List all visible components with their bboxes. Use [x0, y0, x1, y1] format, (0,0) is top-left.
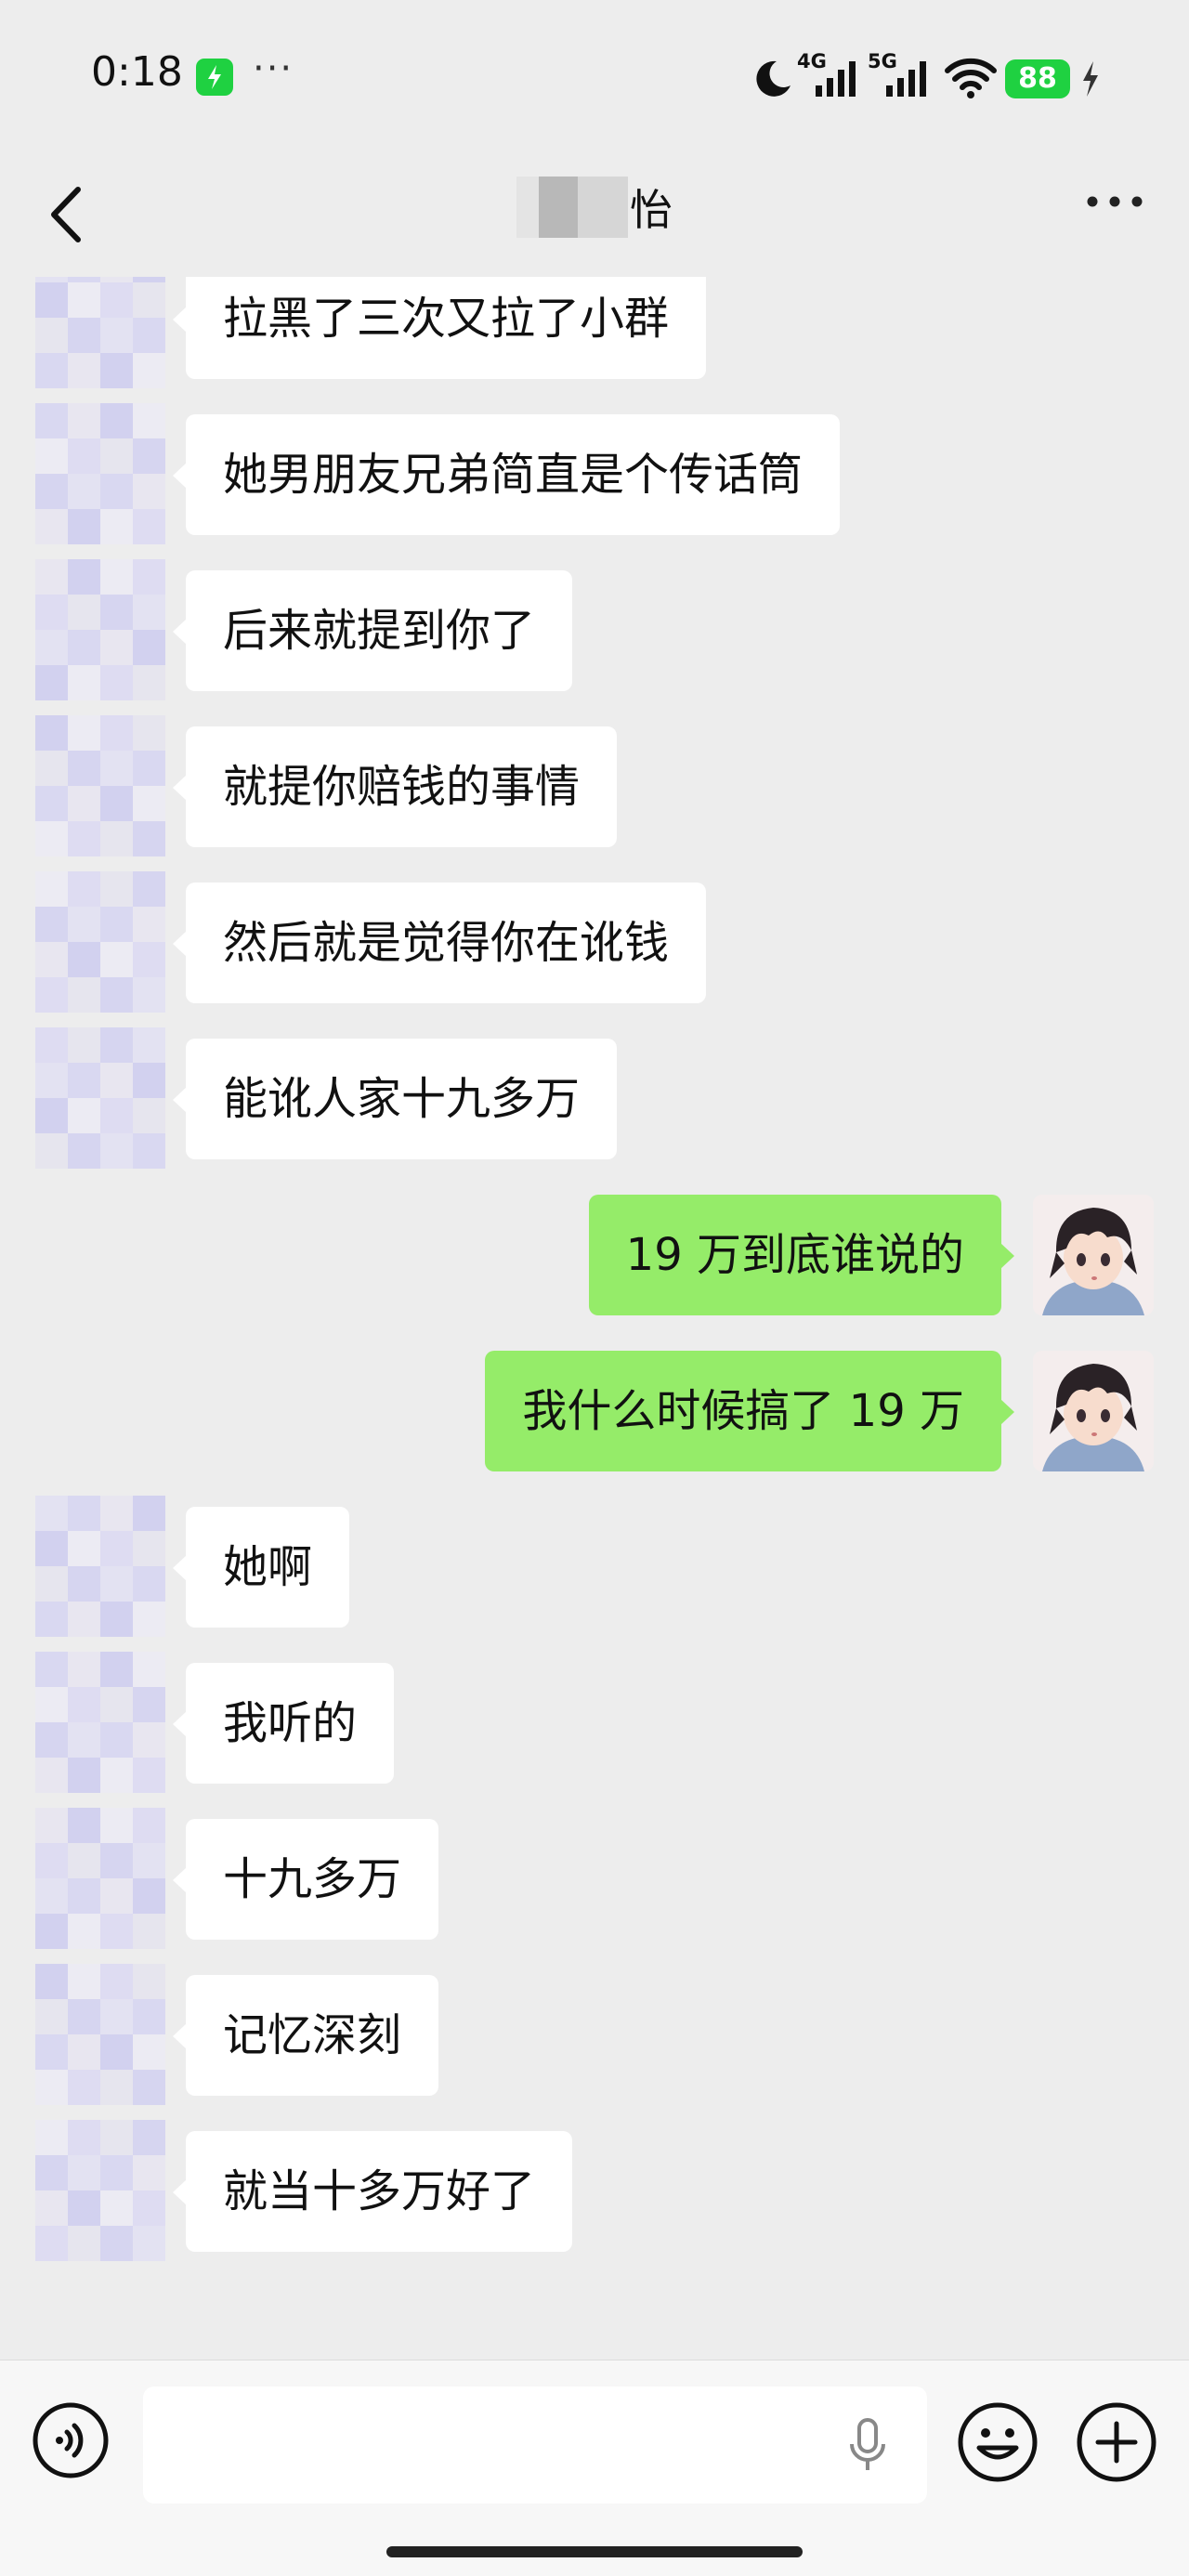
incoming-message-bubble[interactable]: 然后就是觉得你在讹钱: [172, 883, 707, 1003]
message-row: 我听的: [0, 1652, 1189, 1793]
battery-icon: 88: [1005, 59, 1070, 98]
home-indicator[interactable]: [386, 2546, 803, 2557]
signal-icon: [816, 61, 856, 97]
message-row: 她啊: [0, 1496, 1189, 1637]
plus-icon: [1077, 2402, 1156, 2482]
status-bar: 0:18 ··· 4G 5G 88: [0, 0, 1189, 149]
message-row: 能讹人家十九多万: [0, 1027, 1189, 1169]
my-avatar[interactable]: [1033, 1195, 1154, 1315]
voice-input-button[interactable]: [32, 2401, 110, 2479]
moon-icon: [756, 60, 790, 97]
contact-avatar[interactable]: [35, 715, 165, 856]
more-options-button[interactable]: [1078, 186, 1152, 232]
contact-avatar[interactable]: [35, 2120, 165, 2261]
message-input[interactable]: [143, 2386, 927, 2504]
contact-avatar[interactable]: [35, 1964, 165, 2105]
message-row: 就当十多万好了: [0, 2120, 1189, 2261]
incoming-message-bubble[interactable]: 我听的: [172, 1663, 395, 1784]
message-row: 后来就提到你了: [0, 559, 1189, 700]
incoming-message-bubble[interactable]: 后来就提到你了: [172, 570, 573, 691]
incoming-message-bubble[interactable]: 就提你赔钱的事情: [172, 726, 618, 847]
incoming-message-bubble[interactable]: 记忆深刻: [172, 1975, 439, 2096]
incoming-message-bubble[interactable]: 就当十多万好了: [172, 2131, 573, 2252]
contact-avatar[interactable]: [35, 403, 165, 544]
chat-header: 怡: [0, 149, 1189, 277]
outgoing-message-bubble[interactable]: 19 万到底谁说的: [588, 1195, 1015, 1315]
contact-avatar[interactable]: [35, 277, 165, 388]
message-row: 记忆深刻: [0, 1964, 1189, 2105]
more-functions-button[interactable]: [1076, 2401, 1157, 2483]
message-row: 十九多万: [0, 1808, 1189, 1949]
incoming-message-bubble[interactable]: 她啊: [172, 1507, 350, 1628]
voice-icon: [33, 2402, 109, 2478]
incoming-message-bubble[interactable]: 拉黑了三次又拉了小群: [172, 277, 707, 379]
message-row: 拉黑了三次又拉了小群: [0, 277, 1189, 388]
message-row: 她男朋友兄弟简直是个传话筒: [0, 403, 1189, 544]
contact-avatar[interactable]: [35, 871, 165, 1013]
message-row: 我什么时候搞了 19 万: [0, 1351, 1189, 1481]
incoming-message-bubble[interactable]: 十九多万: [172, 1819, 439, 1940]
message-row: 然后就是觉得你在讹钱: [0, 871, 1189, 1013]
charging-app-icon: [196, 59, 233, 96]
status-icons: 4G 5G 88: [725, 48, 1189, 100]
emoji-button[interactable]: [957, 2401, 1039, 2483]
mic-icon[interactable]: [847, 2418, 888, 2474]
input-bar: [0, 2360, 1189, 2576]
chat-message-list[interactable]: 拉黑了三次又拉了小群她男朋友兄弟简直是个传话筒 后来就提到你了 就提你赔钱的事情 然后…: [0, 277, 1189, 2358]
chat-title-text: 怡: [630, 185, 673, 235]
contact-avatar[interactable]: [35, 1808, 165, 1949]
contact-avatar[interactable]: [35, 1496, 165, 1637]
chat-title: 怡: [0, 177, 1189, 238]
my-avatar[interactable]: [1033, 1351, 1154, 1471]
outgoing-message-bubble[interactable]: 我什么时候搞了 19 万: [485, 1351, 1014, 1471]
title-pixelated-name: [516, 177, 628, 238]
contact-avatar[interactable]: [35, 1027, 165, 1169]
status-more-dots: ···: [253, 47, 294, 90]
contact-avatar[interactable]: [35, 559, 165, 700]
contact-avatar[interactable]: [35, 1652, 165, 1793]
more-dots-icon: [1087, 196, 1143, 207]
message-row: 19 万到底谁说的: [0, 1195, 1189, 1325]
bolt-icon: [1083, 61, 1098, 97]
incoming-message-bubble[interactable]: 能讹人家十九多万: [172, 1039, 618, 1159]
status-time: 0:18: [91, 48, 183, 96]
incoming-message-bubble[interactable]: 她男朋友兄弟简直是个传话筒: [172, 414, 841, 535]
wifi-icon: [945, 58, 997, 98]
emoji-icon: [958, 2402, 1038, 2482]
message-row: 就提你赔钱的事情: [0, 715, 1189, 856]
signal-icon: [886, 61, 926, 97]
